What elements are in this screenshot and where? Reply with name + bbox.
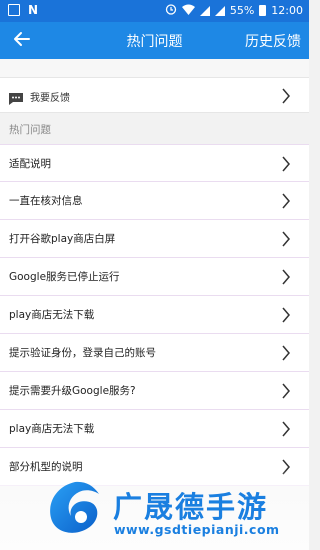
- message-icon: [9, 90, 23, 105]
- watermark-url: www.gsdtiepianji.com: [114, 522, 280, 537]
- faq-list: 适配说明 一直在核对信息 打开谷歌play商店白屏 Google服务已停止运行 …: [0, 144, 309, 486]
- faq-item-label: 提示需要升级Google服务?: [9, 385, 136, 397]
- clock: 12:00: [271, 4, 303, 17]
- faq-item-label: 一直在核对信息: [9, 195, 83, 207]
- chevron-right-icon: [281, 231, 291, 247]
- app-bar: 热门问题 历史反馈: [0, 22, 309, 59]
- feedback-row[interactable]: 我要反馈: [0, 77, 309, 113]
- image-notification-icon: [8, 4, 20, 16]
- faq-item[interactable]: Google服务已停止运行: [0, 258, 309, 296]
- wifi-icon: [181, 4, 195, 18]
- feedback-label: 我要反馈: [30, 93, 70, 104]
- chevron-right-icon: [281, 193, 291, 209]
- faq-item[interactable]: 适配说明: [0, 144, 309, 182]
- faq-item-label: 适配说明: [9, 158, 51, 170]
- chevron-right-icon: [281, 421, 291, 437]
- faq-item-label: play商店无法下载: [9, 309, 95, 321]
- signal-icon-2: [214, 5, 225, 16]
- battery-percent: 55%: [229, 4, 255, 17]
- chevron-right-icon: [281, 269, 291, 285]
- faq-item-label: 提示验证身份，登录自己的账号: [9, 347, 156, 359]
- top-spacer: [0, 59, 309, 77]
- chevron-right-icon: [281, 345, 291, 361]
- n-notification-icon: N: [28, 3, 39, 17]
- battery-icon: [259, 5, 267, 16]
- faq-item-label: 打开谷歌play商店白屏: [9, 233, 116, 245]
- section-heading: 热门问题: [9, 124, 51, 136]
- watermark-logo-icon: [45, 480, 105, 536]
- status-bar: N 55% 12:00: [0, 0, 309, 22]
- faq-item-label: Google服务已停止运行: [9, 271, 120, 283]
- faq-item[interactable]: play商店无法下载: [0, 410, 309, 448]
- faq-item[interactable]: play商店无法下载: [0, 296, 309, 334]
- chevron-right-icon: [281, 156, 291, 172]
- faq-item[interactable]: 打开谷歌play商店白屏: [0, 220, 309, 258]
- watermark-brand: 广晟德手游: [113, 490, 269, 524]
- history-feedback-button[interactable]: 历史反馈: [245, 31, 301, 51]
- chevron-right-icon: [281, 88, 291, 104]
- signal-icon: [199, 5, 210, 16]
- faq-item[interactable]: 一直在核对信息: [0, 182, 309, 220]
- alarm-icon: [165, 3, 177, 18]
- chevron-right-icon: [281, 383, 291, 399]
- chevron-right-icon: [281, 307, 291, 323]
- faq-item-label: play商店无法下载: [9, 423, 95, 435]
- faq-item[interactable]: 提示需要升级Google服务?: [0, 372, 309, 410]
- faq-item[interactable]: 提示验证身份，登录自己的账号: [0, 334, 309, 372]
